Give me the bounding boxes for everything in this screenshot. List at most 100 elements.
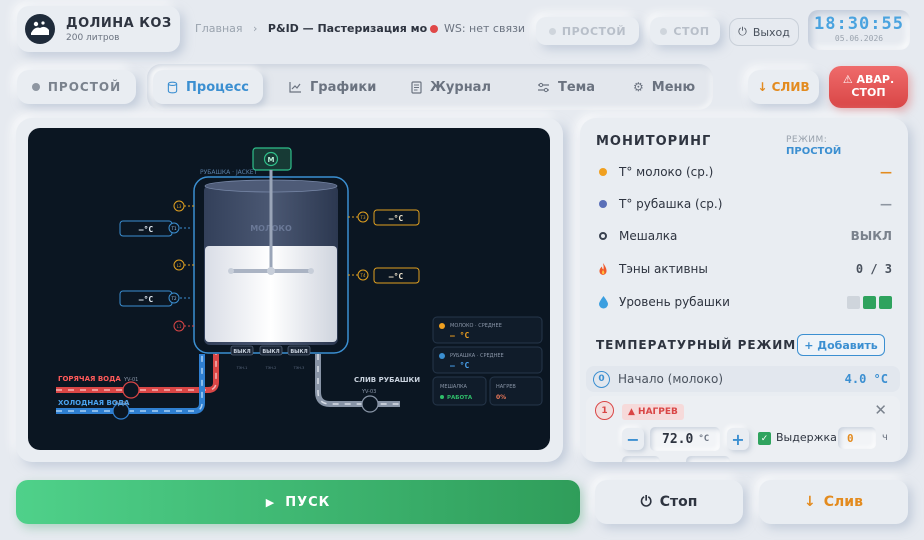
start-button[interactable]: ▶ ПУСК [16, 480, 580, 524]
mixer-blade-end-left [228, 268, 234, 274]
heater-3[interactable]: ВЫКЛ ТЭН-3 [287, 345, 311, 370]
tab-menu[interactable]: ⚙ Меню [619, 70, 709, 104]
stop-dot-icon [660, 27, 668, 35]
temp-increase-button[interactable]: + [727, 428, 749, 450]
goat-logo-icon [25, 14, 55, 44]
header-stop-label: СТОП [673, 24, 710, 38]
emergency-stop-button[interactable]: ⚠ АВАР. СТОП [829, 66, 908, 108]
heater-2[interactable]: ВЫКЛ ТЭН-2 [259, 345, 283, 370]
breadcrumb-home[interactable]: Главная [195, 22, 243, 35]
step-number: 1 [595, 401, 614, 420]
svg-text:0%: 0% [496, 394, 506, 401]
tab-process[interactable]: Процесс [153, 70, 263, 104]
monitor-row-jacket-level: Уровень рубашки [596, 292, 892, 312]
step-row-start[interactable]: 0 Начало (молоко) 4.0 °C [586, 366, 900, 392]
tab-menu-label: Меню [651, 79, 696, 95]
svg-text:РАБОТА: РАБОТА [447, 395, 473, 401]
svg-text:L3: L3 [177, 204, 182, 209]
clock-date: 05.06.2026 [834, 34, 884, 43]
tab-theme-label: Тема [558, 79, 596, 95]
chart-icon [289, 82, 301, 93]
svg-text:— °C: — °C [450, 361, 469, 370]
mixer-motor-label: M [268, 156, 275, 164]
svg-text:L2: L2 [177, 263, 182, 268]
stop-button[interactable]: ⏻ Стоп [595, 480, 743, 524]
jacket-label: РУБАШКА · JACKET [200, 169, 258, 176]
temp-decrease-button[interactable]: − [622, 428, 644, 450]
monitoring-panel: МОНИТОРИНГ РЕЖИМ: ПРОСТОЙ T° молоко (ср.… [580, 118, 908, 462]
svg-text:T2: T2 [171, 296, 177, 301]
level-segment [879, 295, 892, 309]
droplet-icon [596, 295, 610, 309]
hold-checkbox[interactable]: ✓ [758, 432, 771, 445]
state-pill-label: ПРОСТОЙ [47, 80, 122, 94]
svg-text:—°C: —°C [139, 295, 154, 304]
monitor-row-jacket-temp: T° рубашка (ср.) — [596, 194, 892, 214]
hold-extra-input-1[interactable] [622, 456, 660, 462]
brand-title: ДОЛИНА КОЗ [66, 15, 172, 31]
drain-label: Слив [823, 494, 863, 510]
heater-1[interactable]: ВЫКЛ ТЭН-1 [230, 345, 254, 370]
header-stop-button[interactable]: СТОП [650, 17, 720, 45]
header-state-label: ПРОСТОЙ [561, 24, 627, 38]
svg-text:РУБАШКА · СРЕДНЕЕ: РУБАШКА · СРЕДНЕЕ [450, 353, 504, 359]
svg-text:МЕШАЛКА: МЕШАЛКА [440, 384, 468, 390]
power-icon: ⏻ [738, 25, 747, 38]
level-sensor-1: L1 [173, 320, 194, 332]
play-icon: ▶ [265, 495, 276, 509]
tab-process-label: Процесс [186, 79, 249, 95]
state-indicator-icon [31, 83, 40, 91]
gear-icon: ⚙ [633, 80, 644, 94]
start-label: ПУСК [285, 494, 331, 510]
header-state-button[interactable]: ПРОСТОЙ [536, 17, 639, 45]
arrow-down-icon: ↓ [804, 494, 816, 510]
ws-status-dot-icon [430, 24, 438, 33]
monitor-label: T° молоко (ср.) [619, 165, 714, 179]
monitor-row-mixer: Мешалка ВЫКЛ [596, 226, 892, 246]
brand-subtitle: 200 литров [66, 32, 120, 43]
svg-text:НАГРЕВ: НАГРЕВ [496, 384, 516, 390]
jacket-drain-label: СЛИВ РУБАШКИ [354, 376, 420, 384]
mixer-hub [267, 267, 275, 275]
brand-card[interactable]: ДОЛИНА КОЗ 200 литров [17, 6, 180, 52]
mixer-status-box: МЕШАЛКА РАБОТА [432, 376, 487, 406]
svg-text:ВЫКЛ: ВЫКЛ [290, 349, 307, 355]
monitoring-title: МОНИТОРИНГ [596, 134, 712, 149]
add-step-button[interactable]: + Добавить [797, 334, 885, 356]
tab-charts[interactable]: Графики [275, 70, 390, 104]
hold-minutes-input[interactable]: 30 [686, 456, 730, 462]
tab-journal[interactable]: Журнал [397, 70, 505, 104]
temp-right-1: T3 —°C [348, 209, 420, 226]
mode-value: ПРОСТОЙ [786, 146, 842, 157]
level-sensor-2: L2 [173, 259, 194, 271]
heating-tag: ▲ НАГРЕВ [622, 404, 684, 420]
breadcrumb: Главная › P&ID — Пастеризация мо [195, 22, 427, 35]
monitor-value: 0 / 3 [855, 262, 892, 276]
level-segment [863, 295, 876, 309]
svg-text:T4: T4 [360, 273, 366, 278]
tab-charts-label: Графики [310, 79, 377, 95]
pid-diagram: РУБАШКА · JACKET МОЛОКО M —°C T1 [28, 128, 550, 450]
monitor-row-heaters: Тэны активны 0 / 3 [596, 259, 892, 279]
hot-valve-icon[interactable] [122, 381, 140, 399]
svg-text:L1: L1 [177, 324, 182, 329]
breadcrumb-separator: › [253, 22, 258, 35]
close-icon[interactable]: ✕ [874, 401, 887, 419]
target-temp-value: 72.0 [662, 431, 694, 447]
temp-right-2: T4 —°C [348, 267, 420, 284]
tab-journal-label: Журнал [430, 79, 491, 95]
clock-time: 18:30:55 [814, 14, 904, 34]
stop-label: Стоп [659, 494, 698, 510]
svg-text:ТЭН-3: ТЭН-3 [293, 366, 305, 370]
tab-theme[interactable]: Тема [523, 70, 609, 104]
drain-valve-icon[interactable] [361, 395, 379, 413]
target-temp-input[interactable]: 72.0 °C [650, 427, 720, 451]
svg-text:ТЭН-2: ТЭН-2 [265, 366, 277, 370]
drain-button[interactable]: ↓ Слив [759, 480, 908, 524]
hold-hours-input[interactable]: 0 [838, 427, 876, 449]
logout-button[interactable]: ⏻ Выход [729, 18, 799, 46]
svg-text:ТЭН-1: ТЭН-1 [236, 366, 248, 370]
svg-text:ВЫКЛ: ВЫКЛ [262, 349, 279, 355]
blue-dot-icon [599, 200, 607, 208]
drain-top-button[interactable]: ↓ СЛИВ [748, 70, 819, 104]
